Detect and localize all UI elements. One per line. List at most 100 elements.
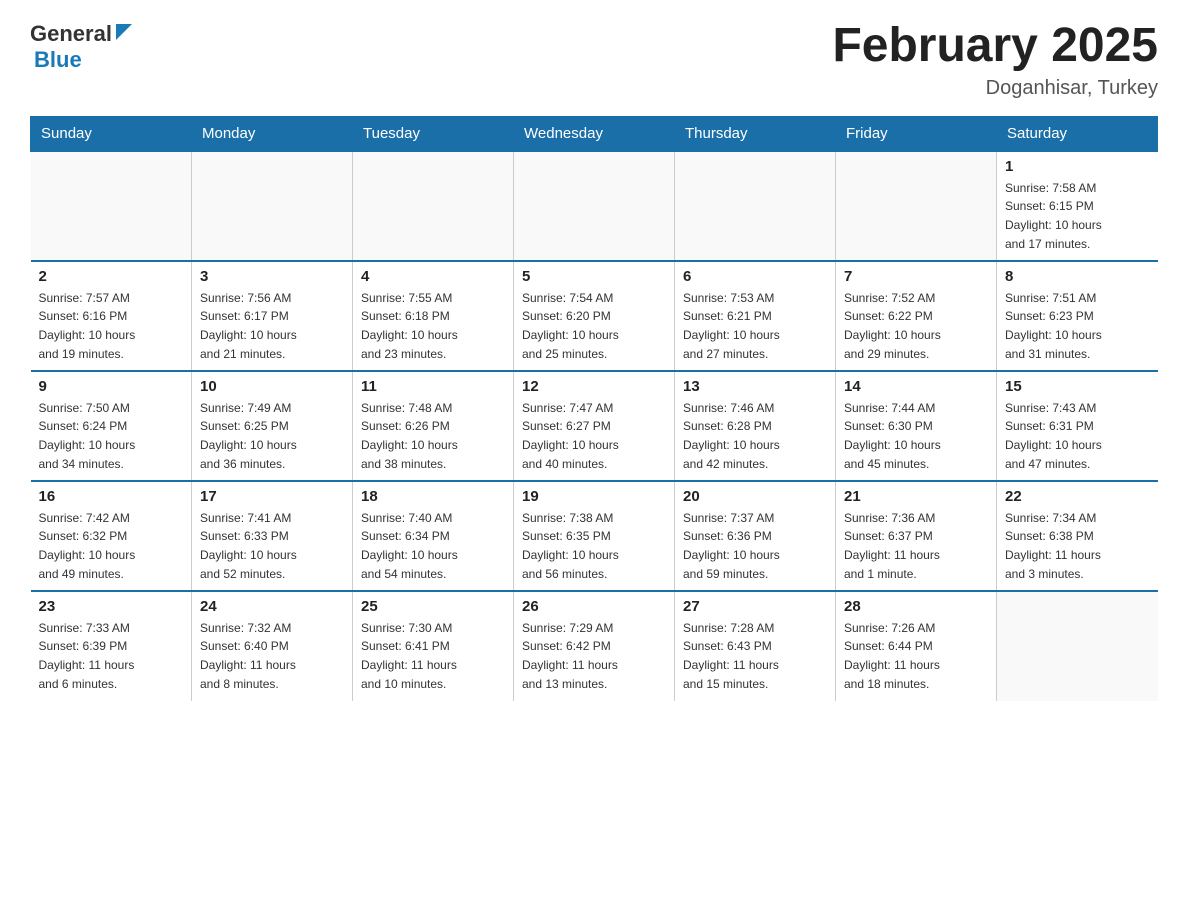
day-info: Sunrise: 7:50 AMSunset: 6:24 PMDaylight:… — [39, 399, 184, 473]
day-number: 10 — [200, 378, 344, 395]
day-header-saturday: Saturday — [997, 116, 1158, 151]
day-header-sunday: Sunday — [31, 116, 192, 151]
calendar-cell — [514, 151, 675, 261]
calendar-cell: 4 Sunrise: 7:55 AMSunset: 6:18 PMDaylight… — [353, 261, 514, 371]
calendar-cell: 23 Sunrise: 7:33 AMSunset: 6:39 PMDayligh… — [31, 591, 192, 701]
day-info: Sunrise: 7:56 AMSunset: 6:17 PMDaylight:… — [200, 289, 344, 363]
day-number: 1 — [1005, 158, 1150, 175]
calendar-cell: 11 Sunrise: 7:48 AMSunset: 6:26 PMDayligh… — [353, 371, 514, 481]
calendar-cell: 28Sunrise: 7:26 AMSunset: 6:44 PMDayligh… — [836, 591, 997, 701]
calendar-cell: 8 Sunrise: 7:51 AMSunset: 6:23 PMDaylight… — [997, 261, 1158, 371]
calendar-cell: 16Sunrise: 7:42 AMSunset: 6:32 PMDayligh… — [31, 481, 192, 591]
calendar-cell: 9 Sunrise: 7:50 AMSunset: 6:24 PMDaylight… — [31, 371, 192, 481]
calendar-cell: 18 Sunrise: 7:40 AMSunset: 6:34 PMDayligh… — [353, 481, 514, 591]
day-number: 8 — [1005, 268, 1150, 285]
calendar-cell: 21 Sunrise: 7:36 AMSunset: 6:37 PMDayligh… — [836, 481, 997, 591]
day-info: Sunrise: 7:37 AMSunset: 6:36 PMDaylight:… — [683, 509, 827, 583]
day-number: 11 — [361, 378, 505, 395]
calendar-header-row: SundayMondayTuesdayWednesdayThursdayFrid… — [31, 116, 1158, 151]
calendar-cell: 7 Sunrise: 7:52 AMSunset: 6:22 PMDaylight… — [836, 261, 997, 371]
calendar-cell — [31, 151, 192, 261]
calendar-cell: 25 Sunrise: 7:30 AMSunset: 6:41 PMDayligh… — [353, 591, 514, 701]
calendar-cell: 10 Sunrise: 7:49 AMSunset: 6:25 PMDayligh… — [192, 371, 353, 481]
day-info: Sunrise: 7:52 AMSunset: 6:22 PMDaylight:… — [844, 289, 988, 363]
day-info: Sunrise: 7:48 AMSunset: 6:26 PMDaylight:… — [361, 399, 505, 473]
logo-arrow-icon — [114, 22, 134, 42]
day-number: 21 — [844, 488, 988, 505]
day-number: 3 — [200, 268, 344, 285]
calendar-cell: 22 Sunrise: 7:34 AMSunset: 6:38 PMDayligh… — [997, 481, 1158, 591]
day-number: 18 — [361, 488, 505, 505]
day-number: 6 — [683, 268, 827, 285]
day-info: Sunrise: 7:55 AMSunset: 6:18 PMDaylight:… — [361, 289, 505, 363]
day-info: Sunrise: 7:38 AMSunset: 6:35 PMDaylight:… — [522, 509, 666, 583]
day-info: Sunrise: 7:32 AMSunset: 6:40 PMDaylight:… — [200, 619, 344, 693]
calendar-cell: 14 Sunrise: 7:44 AMSunset: 6:30 PMDayligh… — [836, 371, 997, 481]
day-number: 19 — [522, 488, 666, 505]
calendar-table: SundayMondayTuesdayWednesdayThursdayFrid… — [30, 116, 1158, 701]
day-info: Sunrise: 7:54 AMSunset: 6:20 PMDaylight:… — [522, 289, 666, 363]
calendar-cell: 6 Sunrise: 7:53 AMSunset: 6:21 PMDaylight… — [675, 261, 836, 371]
day-info: Sunrise: 7:40 AMSunset: 6:34 PMDaylight:… — [361, 509, 505, 583]
day-number: 4 — [361, 268, 505, 285]
day-header-wednesday: Wednesday — [514, 116, 675, 151]
calendar-cell: 5 Sunrise: 7:54 AMSunset: 6:20 PMDaylight… — [514, 261, 675, 371]
calendar-week-row: 16Sunrise: 7:42 AMSunset: 6:32 PMDayligh… — [31, 481, 1158, 591]
day-info: Sunrise: 7:58 AMSunset: 6:15 PMDaylight:… — [1005, 179, 1150, 253]
calendar-cell — [997, 591, 1158, 701]
calendar-week-row: 23 Sunrise: 7:33 AMSunset: 6:39 PMDayligh… — [31, 591, 1158, 701]
day-info: Sunrise: 7:36 AMSunset: 6:37 PMDaylight:… — [844, 509, 988, 583]
day-number: 23 — [39, 598, 184, 615]
day-number: 20 — [683, 488, 827, 505]
day-info: Sunrise: 7:34 AMSunset: 6:38 PMDaylight:… — [1005, 509, 1150, 583]
day-info: Sunrise: 7:26 AMSunset: 6:44 PMDaylight:… — [844, 619, 988, 693]
calendar-cell: 24 Sunrise: 7:32 AMSunset: 6:40 PMDayligh… — [192, 591, 353, 701]
day-header-tuesday: Tuesday — [353, 116, 514, 151]
calendar-cell: 17 Sunrise: 7:41 AMSunset: 6:33 PMDayligh… — [192, 481, 353, 591]
day-info: Sunrise: 7:41 AMSunset: 6:33 PMDaylight:… — [200, 509, 344, 583]
day-number: 2 — [39, 268, 184, 285]
day-number: 9 — [39, 378, 184, 395]
day-number: 14 — [844, 378, 988, 395]
day-header-thursday: Thursday — [675, 116, 836, 151]
calendar-subtitle: Doganhisar, Turkey — [832, 77, 1158, 100]
day-info: Sunrise: 7:43 AMSunset: 6:31 PMDaylight:… — [1005, 399, 1150, 473]
calendar-week-row: 2 Sunrise: 7:57 AMSunset: 6:16 PMDaylight… — [31, 261, 1158, 371]
logo-blue-text: Blue — [34, 47, 82, 72]
day-info: Sunrise: 7:33 AMSunset: 6:39 PMDaylight:… — [39, 619, 184, 693]
day-info: Sunrise: 7:44 AMSunset: 6:30 PMDaylight:… — [844, 399, 988, 473]
calendar-title: February 2025 — [832, 20, 1158, 73]
calendar-cell: 3 Sunrise: 7:56 AMSunset: 6:17 PMDaylight… — [192, 261, 353, 371]
calendar-cell — [836, 151, 997, 261]
calendar-cell: 12Sunrise: 7:47 AMSunset: 6:27 PMDayligh… — [514, 371, 675, 481]
page-header: General Blue February 2025 Doganhisar, T… — [30, 20, 1158, 100]
day-number: 5 — [522, 268, 666, 285]
day-number: 17 — [200, 488, 344, 505]
calendar-cell: 27Sunrise: 7:28 AMSunset: 6:43 PMDayligh… — [675, 591, 836, 701]
calendar-week-row: 9 Sunrise: 7:50 AMSunset: 6:24 PMDaylight… — [31, 371, 1158, 481]
day-number: 25 — [361, 598, 505, 615]
calendar-title-section: February 2025 Doganhisar, Turkey — [832, 20, 1158, 100]
calendar-cell — [675, 151, 836, 261]
calendar-cell: 1 Sunrise: 7:58 AMSunset: 6:15 PMDaylight… — [997, 151, 1158, 261]
day-info: Sunrise: 7:51 AMSunset: 6:23 PMDaylight:… — [1005, 289, 1150, 363]
day-info: Sunrise: 7:30 AMSunset: 6:41 PMDaylight:… — [361, 619, 505, 693]
day-info: Sunrise: 7:49 AMSunset: 6:25 PMDaylight:… — [200, 399, 344, 473]
day-number: 7 — [844, 268, 988, 285]
logo-general-text: General — [30, 21, 112, 47]
day-info: Sunrise: 7:53 AMSunset: 6:21 PMDaylight:… — [683, 289, 827, 363]
day-number: 22 — [1005, 488, 1150, 505]
day-info: Sunrise: 7:42 AMSunset: 6:32 PMDaylight:… — [39, 509, 184, 583]
calendar-cell: 2 Sunrise: 7:57 AMSunset: 6:16 PMDaylight… — [31, 261, 192, 371]
logo: General Blue — [30, 20, 134, 73]
day-number: 26 — [522, 598, 666, 615]
calendar-week-row: 1 Sunrise: 7:58 AMSunset: 6:15 PMDaylight… — [31, 151, 1158, 261]
calendar-cell: 20 Sunrise: 7:37 AMSunset: 6:36 PMDayligh… — [675, 481, 836, 591]
calendar-cell: 13Sunrise: 7:46 AMSunset: 6:28 PMDayligh… — [675, 371, 836, 481]
day-number: 24 — [200, 598, 344, 615]
calendar-cell — [192, 151, 353, 261]
day-number: 15 — [1005, 378, 1150, 395]
calendar-cell — [353, 151, 514, 261]
day-info: Sunrise: 7:28 AMSunset: 6:43 PMDaylight:… — [683, 619, 827, 693]
day-info: Sunrise: 7:57 AMSunset: 6:16 PMDaylight:… — [39, 289, 184, 363]
